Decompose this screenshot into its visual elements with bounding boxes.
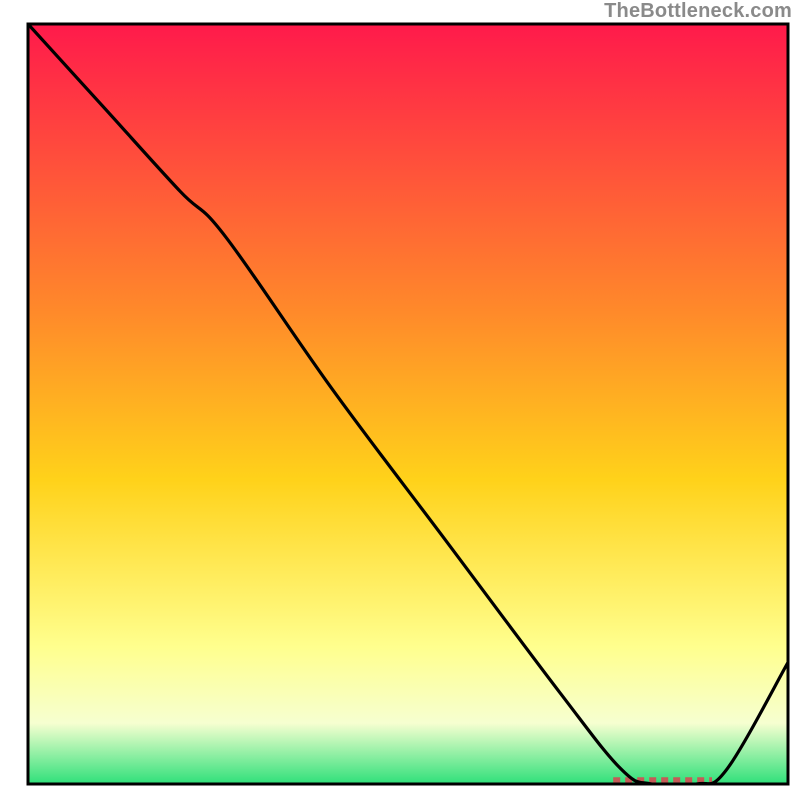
watermark-text: TheBottleneck.com — [604, 0, 792, 23]
chart-stage: TheBottleneck.com — [0, 0, 800, 800]
gradient-background — [28, 24, 788, 784]
bottleneck-chart — [0, 0, 800, 800]
